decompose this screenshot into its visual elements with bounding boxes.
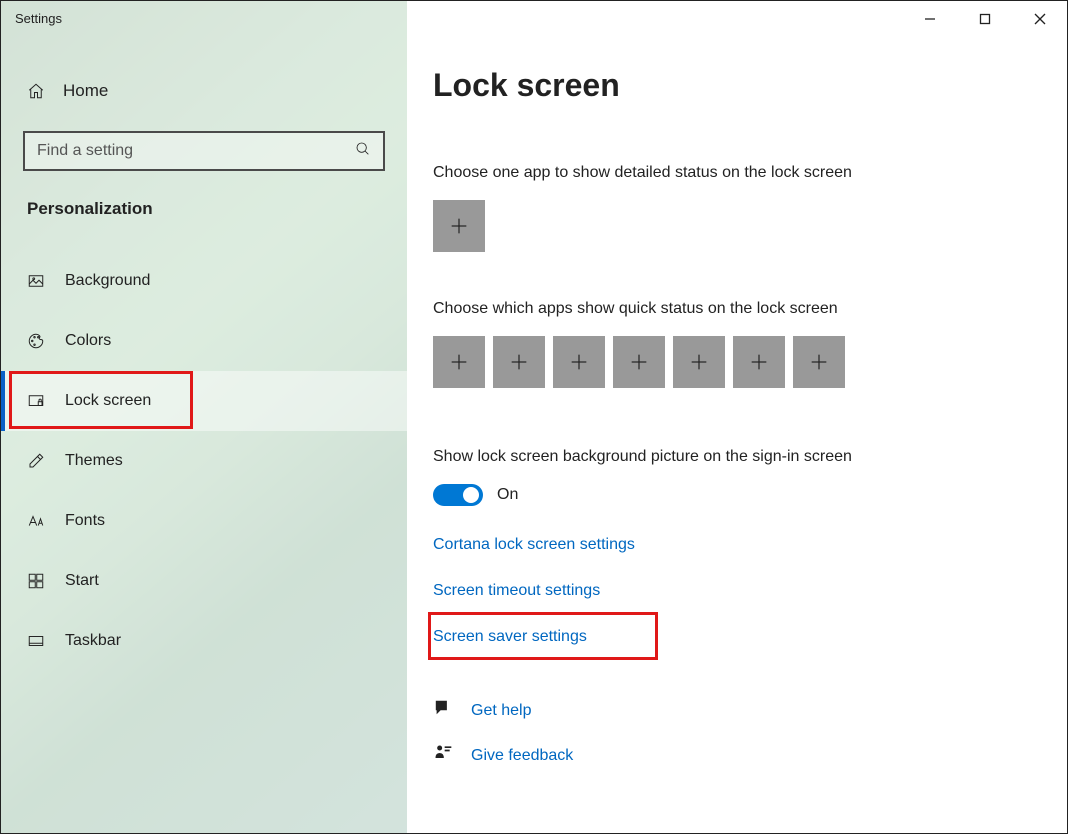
cortana-settings-link[interactable]: Cortana lock screen settings xyxy=(433,536,635,554)
help-icon xyxy=(433,698,453,723)
toggle-state-label: On xyxy=(497,486,518,504)
screen-saver-link[interactable]: Screen saver settings xyxy=(433,628,587,646)
get-help-row[interactable]: Get help xyxy=(433,698,1067,723)
nav-item-label: Start xyxy=(65,572,99,590)
main-content: Lock screen Choose one app to show detai… xyxy=(407,1,1067,833)
add-quick-app-button[interactable] xyxy=(673,336,725,388)
plus-icon xyxy=(688,351,710,373)
quick-status-row xyxy=(433,336,1067,388)
nav-item-start[interactable]: Start xyxy=(1,551,407,611)
add-quick-app-button[interactable] xyxy=(553,336,605,388)
nav-item-label: Themes xyxy=(65,452,123,470)
nav-item-label: Lock screen xyxy=(65,392,151,410)
start-icon xyxy=(27,572,45,590)
themes-icon xyxy=(27,452,45,470)
show-bg-label: Show lock screen background picture on t… xyxy=(433,448,1067,466)
home-icon xyxy=(27,82,45,100)
plus-icon xyxy=(808,351,830,373)
search-icon xyxy=(355,141,371,162)
nav-item-label: Fonts xyxy=(65,512,105,530)
give-feedback-link: Give feedback xyxy=(471,747,573,765)
minimize-icon xyxy=(924,13,936,25)
fonts-icon xyxy=(27,512,45,530)
add-quick-app-button[interactable] xyxy=(433,336,485,388)
plus-icon xyxy=(568,351,590,373)
add-quick-app-button[interactable] xyxy=(493,336,545,388)
window-controls xyxy=(902,1,1067,37)
quick-status-label: Choose which apps show quick status on t… xyxy=(433,300,1067,318)
detailed-status-label: Choose one app to show detailed status o… xyxy=(433,164,1067,182)
feedback-icon xyxy=(433,743,453,768)
nav-list: Background Colors Lock screen Themes Fon… xyxy=(1,251,407,671)
give-feedback-row[interactable]: Give feedback xyxy=(433,743,1067,768)
search-box[interactable] xyxy=(23,131,385,171)
screen-timeout-link[interactable]: Screen timeout settings xyxy=(433,582,600,600)
maximize-button[interactable] xyxy=(957,1,1012,37)
close-button[interactable] xyxy=(1012,1,1067,37)
lock-screen-icon xyxy=(27,392,45,410)
plus-icon xyxy=(748,351,770,373)
plus-icon xyxy=(448,351,470,373)
search-input[interactable] xyxy=(37,142,355,160)
get-help-link: Get help xyxy=(471,702,531,720)
close-icon xyxy=(1034,13,1046,25)
maximize-icon xyxy=(979,13,991,25)
nav-item-colors[interactable]: Colors xyxy=(1,311,407,371)
sidebar: Settings Home Personalization Background… xyxy=(1,1,407,833)
nav-item-label: Background xyxy=(65,272,150,290)
plus-icon xyxy=(508,351,530,373)
palette-icon xyxy=(27,332,45,350)
home-button[interactable]: Home xyxy=(1,26,407,101)
image-icon xyxy=(27,272,45,290)
add-quick-app-button[interactable] xyxy=(793,336,845,388)
nav-item-label: Colors xyxy=(65,332,111,350)
plus-icon xyxy=(448,215,470,237)
add-quick-app-button[interactable] xyxy=(613,336,665,388)
nav-item-background[interactable]: Background xyxy=(1,251,407,311)
section-title: Personalization xyxy=(1,171,407,219)
nav-item-taskbar[interactable]: Taskbar xyxy=(1,611,407,671)
taskbar-icon xyxy=(27,632,45,650)
add-detailed-app-button[interactable] xyxy=(433,200,485,252)
minimize-button[interactable] xyxy=(902,1,957,37)
show-bg-toggle[interactable] xyxy=(433,484,483,506)
detailed-status-row xyxy=(433,200,1067,252)
add-quick-app-button[interactable] xyxy=(733,336,785,388)
nav-item-lock-screen[interactable]: Lock screen xyxy=(1,371,407,431)
nav-item-label: Taskbar xyxy=(65,632,121,650)
plus-icon xyxy=(628,351,650,373)
nav-item-fonts[interactable]: Fonts xyxy=(1,491,407,551)
nav-item-themes[interactable]: Themes xyxy=(1,431,407,491)
window-title: Settings xyxy=(1,1,407,26)
home-label: Home xyxy=(63,81,108,101)
